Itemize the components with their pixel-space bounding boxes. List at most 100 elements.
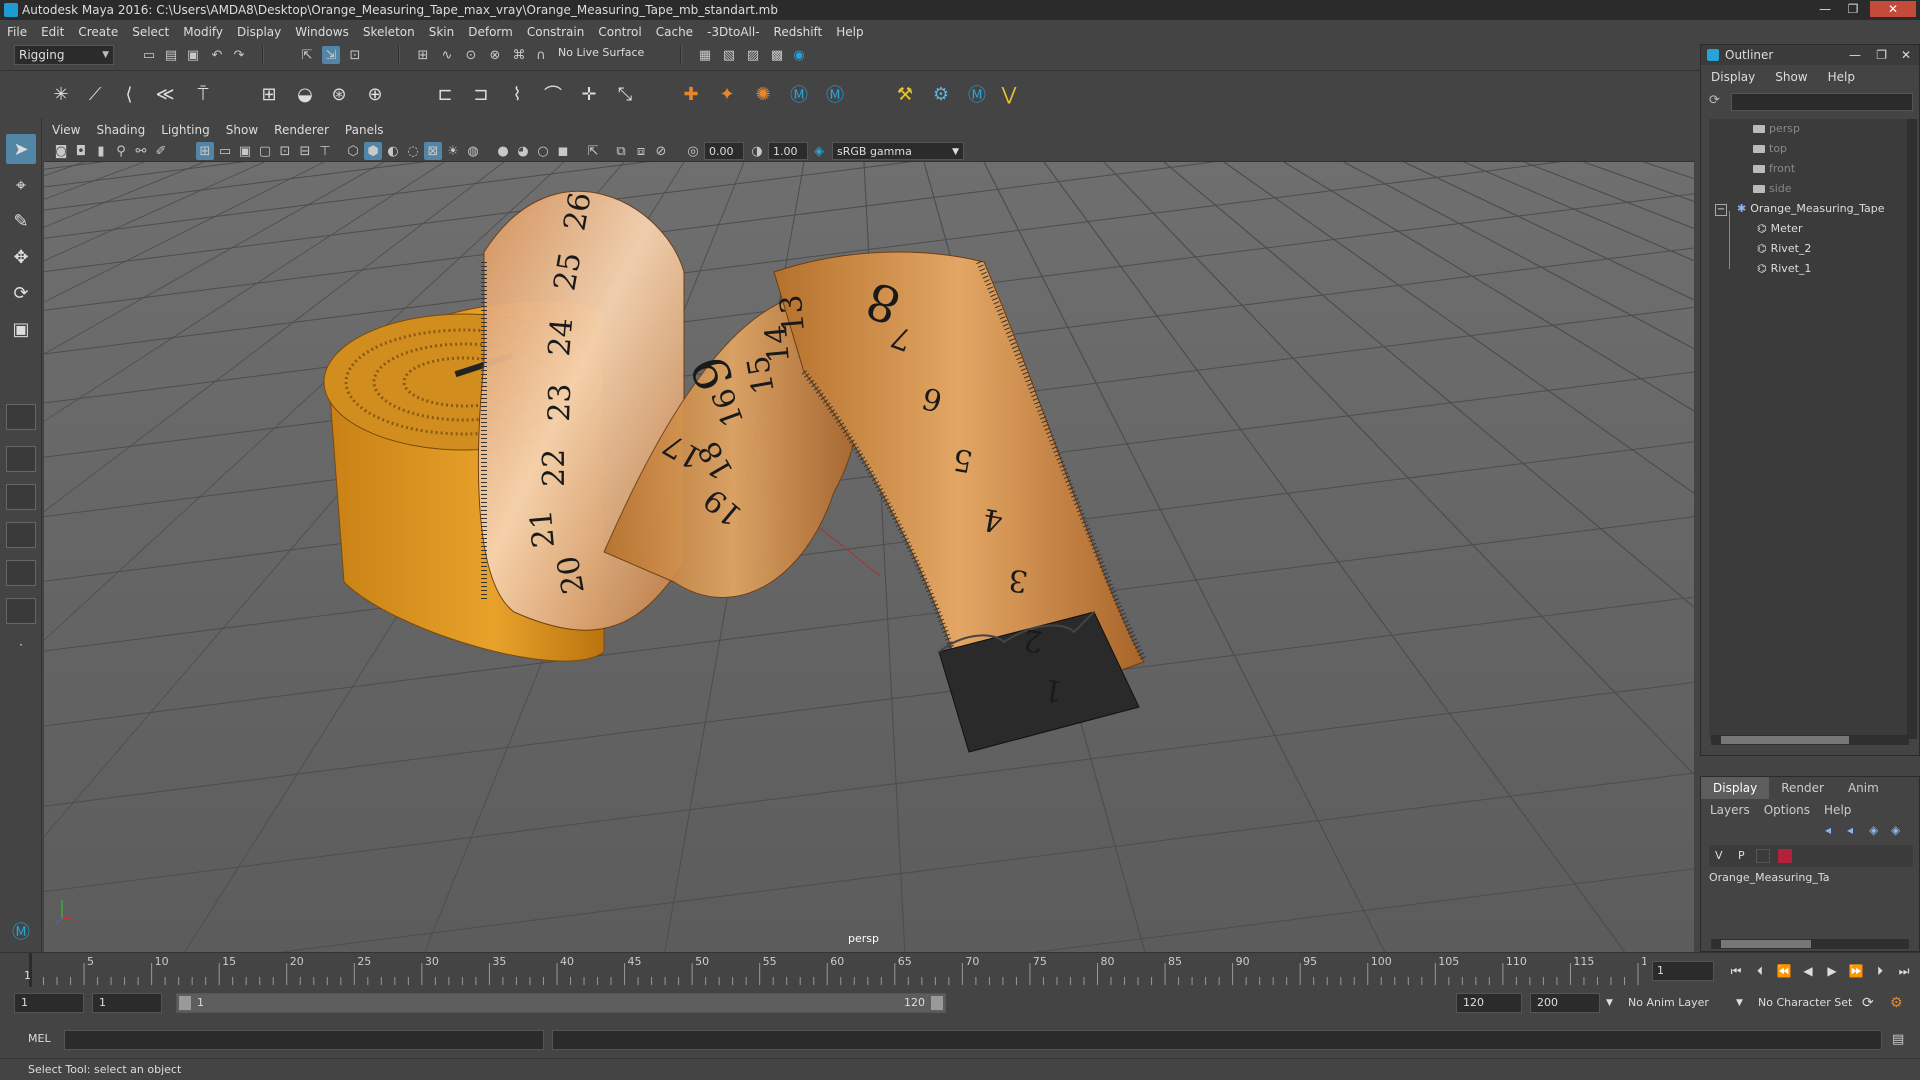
outliner-item-orange-measuring-tape[interactable]: − ✱ Orange_Measuring_Tape: [1715, 199, 1885, 219]
menu-help[interactable]: Help: [829, 22, 870, 42]
ipr-render-icon[interactable]: ▨: [744, 46, 762, 64]
resolution-gate-icon[interactable]: ▣: [236, 142, 254, 160]
select-object-icon[interactable]: ⇲: [322, 46, 340, 64]
persp-graph-layout-icon[interactable]: [6, 522, 36, 548]
animation-preferences-icon[interactable]: ⚙: [1890, 993, 1903, 1013]
command-language-label[interactable]: MEL: [28, 1032, 51, 1045]
rotate-tool-icon[interactable]: ⟳: [6, 278, 36, 308]
motion-blur-icon[interactable]: ◕: [514, 142, 532, 160]
depth-of-field-icon[interactable]: ◼: [554, 142, 572, 160]
menu-redshift[interactable]: Redshift: [767, 22, 830, 42]
range-end-handle[interactable]: [931, 996, 943, 1010]
new-layer-icon[interactable]: ◈: [1869, 823, 1878, 837]
backface-icon[interactable]: ⊘: [652, 142, 670, 160]
outliner-item-rivet-2[interactable]: ⌬ Rivet_2: [1757, 239, 1811, 259]
lattice-icon[interactable]: ⊞: [256, 81, 282, 107]
menu-deform[interactable]: Deform: [461, 22, 520, 42]
ik-handle-icon[interactable]: ⟋: [82, 81, 108, 107]
tab-anim[interactable]: Anim: [1836, 777, 1891, 799]
save-scene-icon[interactable]: ▣: [184, 46, 202, 64]
exposure-field[interactable]: 0.00: [704, 142, 744, 160]
rigid-bind-icon[interactable]: ⌇: [504, 81, 530, 107]
scale-tool-icon[interactable]: ▣: [6, 314, 36, 344]
bookmark-icon[interactable]: ▮: [92, 142, 110, 160]
field-chart-icon[interactable]: ⊡: [276, 142, 294, 160]
safe-title-icon[interactable]: ⊤: [316, 142, 334, 160]
step-back-frame-icon[interactable]: ⏴: [1750, 961, 1770, 981]
magnet-icon[interactable]: ∩: [532, 46, 550, 64]
snap-view-icon[interactable]: ⊗: [486, 46, 504, 64]
layer-menu-options[interactable]: Options: [1757, 799, 1817, 821]
viewport-menu-shading[interactable]: Shading: [88, 120, 153, 140]
viewport-persp[interactable]: 26 25 24 23 22 21 20 19 18 17 16 15 14 13 9 8 7 6 5 4 3 2 1: [44, 162, 1694, 952]
time-slider[interactable]: 5 10 15 20 25 30 35 40 45 50 55 60 65 70 75 80 85 90 95 100…: [0, 952, 1920, 987]
ik-spline-icon[interactable]: ⟨: [116, 81, 142, 107]
soft-mod-icon[interactable]: ⊕: [362, 81, 388, 107]
outliner-item-front[interactable]: front: [1753, 159, 1795, 179]
menu-create[interactable]: Create: [71, 22, 125, 42]
undo-icon[interactable]: ↶: [208, 46, 226, 64]
menu-edit[interactable]: Edit: [34, 22, 71, 42]
live-surface-label[interactable]: No Live Surface: [552, 44, 648, 64]
auto-key-icon[interactable]: ⟳: [1862, 993, 1874, 1013]
layer-horizontal-scrollbar[interactable]: [1711, 939, 1909, 949]
layer-playback-toggle[interactable]: P: [1738, 849, 1745, 862]
lights-icon[interactable]: ☀: [444, 142, 462, 160]
outliner-layout-icon[interactable]: [6, 598, 36, 624]
copy-weights-icon[interactable]: ⤡: [612, 81, 638, 107]
paint-select-tool-icon[interactable]: ✎: [6, 206, 36, 236]
select-component-icon[interactable]: ⊡: [346, 46, 364, 64]
scale-constraint-icon[interactable]: Ⓜ: [822, 81, 848, 107]
colorspace-dropdown[interactable]: sRGB gamma ▼: [832, 142, 964, 160]
layer-display-type[interactable]: [1756, 849, 1771, 863]
move-tool-icon[interactable]: ✥: [6, 242, 36, 272]
open-scene-icon[interactable]: ▤: [162, 46, 180, 64]
new-scene-icon[interactable]: ▭: [140, 46, 158, 64]
close-button[interactable]: ✕: [1870, 1, 1916, 17]
layer-color-swatch[interactable]: [1777, 849, 1792, 863]
screen-space-ao-icon[interactable]: ●: [494, 142, 512, 160]
hik-icon[interactable]: Ⓜ: [964, 81, 990, 107]
menu-windows[interactable]: Windows: [288, 22, 356, 42]
scene-canvas[interactable]: 2625242322212019181716151413987654321: [44, 162, 1694, 952]
step-forward-frame-icon[interactable]: ⏵: [1870, 961, 1890, 981]
character-set-dropdown[interactable]: No Character Set: [1758, 993, 1852, 1013]
hypershade-icon[interactable]: ◉: [790, 46, 808, 64]
menu-file[interactable]: File: [0, 22, 34, 42]
wireframe-on-shaded-icon[interactable]: ◐: [384, 142, 402, 160]
minimize-button[interactable]: —: [1812, 1, 1838, 17]
go-to-end-icon[interactable]: ⏭: [1894, 961, 1914, 981]
wire-deformer-icon[interactable]: ⊛: [326, 81, 352, 107]
render-frame-icon[interactable]: ▦: [696, 46, 714, 64]
anim-layer-dropdown[interactable]: No Anim Layer: [1628, 993, 1709, 1013]
menu-constrain[interactable]: Constrain: [520, 22, 592, 42]
maximize-button[interactable]: ❐: [1840, 1, 1866, 17]
layer-visibility-toggle[interactable]: V: [1715, 849, 1723, 862]
joint-tool-icon[interactable]: ✳: [48, 81, 74, 107]
play-backwards-icon[interactable]: ◀: [1798, 961, 1818, 981]
outliner-maximize-icon[interactable]: ❐: [1876, 45, 1887, 65]
xray-icon[interactable]: ⊠: [424, 142, 442, 160]
cluster-icon[interactable]: ◒: [292, 81, 318, 107]
grid-icon[interactable]: ⊞: [196, 142, 214, 160]
range-start-handle[interactable]: [179, 996, 191, 1010]
animation-end-field[interactable]: 200: [1530, 993, 1600, 1013]
image-plane-icon[interactable]: ⚲: [112, 142, 130, 160]
lasso-tool-icon[interactable]: ⌖: [6, 170, 36, 200]
viewport-menu-panels[interactable]: Panels: [337, 120, 392, 140]
mirror-weights-icon[interactable]: ✛: [576, 81, 602, 107]
snap-point-icon[interactable]: ⊙: [462, 46, 480, 64]
script-editor-icon[interactable]: ▤: [1892, 1032, 1904, 1047]
smooth-shade-icon[interactable]: ⬢: [364, 142, 382, 160]
animation-start-field[interactable]: 1: [14, 993, 84, 1013]
playback-start-field[interactable]: 1: [92, 993, 162, 1013]
layer-menu-layers[interactable]: Layers: [1703, 799, 1757, 821]
snap-surface-icon[interactable]: ⌘: [510, 46, 528, 64]
menu-control[interactable]: Control: [591, 22, 648, 42]
camera-attributes-icon[interactable]: ◘: [72, 142, 90, 160]
xray-joints-icon[interactable]: ⧉: [612, 142, 630, 160]
orient-constraint-icon[interactable]: ✺: [750, 81, 776, 107]
play-forwards-icon[interactable]: ▶: [1822, 961, 1842, 981]
snap-grid-icon[interactable]: ⊞: [414, 46, 432, 64]
single-view-layout-icon[interactable]: [6, 404, 36, 430]
